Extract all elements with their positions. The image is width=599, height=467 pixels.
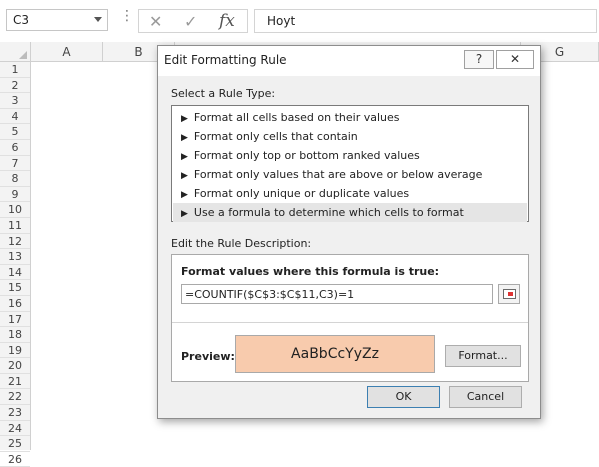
row-header[interactable]: 13 [0, 249, 30, 265]
divider [172, 322, 528, 323]
row-header[interactable]: 4 [0, 109, 30, 125]
row-header[interactable]: 15 [0, 280, 30, 296]
description-label: Edit the Rule Description: [171, 237, 312, 250]
row-header[interactable]: 14 [0, 265, 30, 281]
rule-formula-field[interactable]: =COUNTIF($C$3:$C$11,C3)=1 [181, 284, 493, 304]
rule-type-item[interactable]: ▶ Format only unique or duplicate values [173, 184, 527, 203]
range-select-icon [503, 289, 516, 299]
rule-description-panel: Format values where this formula is true… [171, 254, 529, 382]
triangle-right-icon: ▶ [181, 152, 188, 162]
rule-type-label: Select a Rule Type: [171, 87, 276, 100]
rule-formula-value: =COUNTIF($C$3:$C$11,C3)=1 [185, 288, 355, 301]
row-header[interactable]: 21 [0, 374, 30, 390]
formula-content: Hoyt [267, 14, 296, 28]
name-box-value: C3 [13, 13, 30, 27]
rule-type-item[interactable]: ▶ Format all cells based on their values [173, 108, 527, 127]
row-header[interactable]: 18 [0, 327, 30, 343]
ok-button[interactable]: OK [367, 386, 440, 408]
row-header[interactable]: 16 [0, 296, 30, 312]
triangle-right-icon: ▶ [181, 114, 188, 124]
rule-type-label: Format only cells that contain [193, 130, 358, 143]
chevron-down-icon[interactable] [94, 17, 102, 22]
triangle-right-icon: ▶ [181, 133, 188, 143]
rule-type-label: Format only top or bottom ranked values [193, 149, 420, 162]
row-header[interactable]: 5 [0, 124, 30, 140]
row-header[interactable]: 11 [0, 218, 30, 234]
row-header[interactable]: 2 [0, 78, 30, 94]
row-header[interactable]: 17 [0, 312, 30, 328]
row-header[interactable]: 9 [0, 187, 30, 203]
formula-buttons: ✕ ✓ fx [138, 9, 248, 33]
rule-type-label: Use a formula to determine which cells t… [193, 206, 464, 219]
preview-label: Preview: [181, 350, 235, 363]
row-header[interactable]: 6 [0, 140, 30, 156]
rule-type-item[interactable]: ▶ Use a formula to determine which cells … [173, 203, 527, 222]
cancel-button[interactable]: Cancel [449, 386, 522, 408]
rule-type-item[interactable]: ▶ Format only values that are above or be… [173, 165, 527, 184]
formula-label: Format values where this formula is true… [181, 265, 440, 278]
row-header[interactable]: 7 [0, 156, 30, 172]
enter-check-icon[interactable]: ✓ [184, 12, 197, 31]
rule-type-label: Format only unique or duplicate values [193, 187, 410, 200]
row-header[interactable]: 1 [0, 62, 30, 78]
triangle-right-icon: ▶ [181, 190, 188, 200]
row-header[interactable]: 20 [0, 358, 30, 374]
row-headers: 1 2 3 4 5 6 7 8 9 10 11 12 13 14 15 16 17 18 19 20 21 22 23 24 2… [0, 62, 31, 467]
dialog-titlebar: Edit Formatting Rule ? ✕ [158, 46, 540, 76]
rule-type-item[interactable]: ▶ Format only cells that contain [173, 127, 527, 146]
more-options-icon[interactable]: ⋮ [120, 9, 134, 23]
insert-function-icon[interactable]: fx [219, 11, 235, 31]
help-button[interactable]: ? [464, 50, 494, 69]
rule-type-list[interactable]: ▶ Format all cells based on their values ▶… [171, 105, 529, 222]
row-header[interactable]: 24 [0, 421, 30, 437]
select-all-corner[interactable] [0, 42, 31, 62]
row-header[interactable]: 8 [0, 171, 30, 187]
row-header[interactable]: 3 [0, 93, 30, 109]
preview-box: AaBbCcYyZz [235, 335, 435, 373]
formula-input[interactable]: Hoyt [254, 9, 597, 33]
edit-formatting-rule-dialog: Edit Formatting Rule ? ✕ Select a Rule T… [157, 45, 541, 419]
row-header[interactable]: 26 [0, 452, 30, 467]
cancel-entry-icon[interactable]: ✕ [149, 12, 162, 31]
row-header[interactable]: 22 [0, 389, 30, 406]
column-header-a[interactable]: A [31, 42, 103, 62]
rule-type-label: Format all cells based on their values [193, 111, 400, 124]
format-button[interactable]: Format... [445, 345, 521, 367]
formula-bar: C3 ⋮ ✕ ✓ fx Hoyt [0, 0, 599, 42]
name-box[interactable]: C3 [6, 9, 108, 31]
row-header[interactable]: 23 [0, 405, 30, 421]
triangle-right-icon: ▶ [181, 209, 188, 219]
dialog-title: Edit Formatting Rule [164, 53, 287, 67]
row-header[interactable]: 12 [0, 234, 30, 250]
close-button[interactable]: ✕ [496, 50, 534, 69]
row-header[interactable]: 19 [0, 343, 30, 359]
collapse-dialog-button[interactable] [498, 284, 520, 304]
rule-type-label: Format only values that are above or bel… [193, 168, 483, 181]
rule-type-item[interactable]: ▶ Format only top or bottom ranked values [173, 146, 527, 165]
row-header[interactable]: 10 [0, 202, 30, 218]
triangle-right-icon: ▶ [181, 171, 188, 181]
